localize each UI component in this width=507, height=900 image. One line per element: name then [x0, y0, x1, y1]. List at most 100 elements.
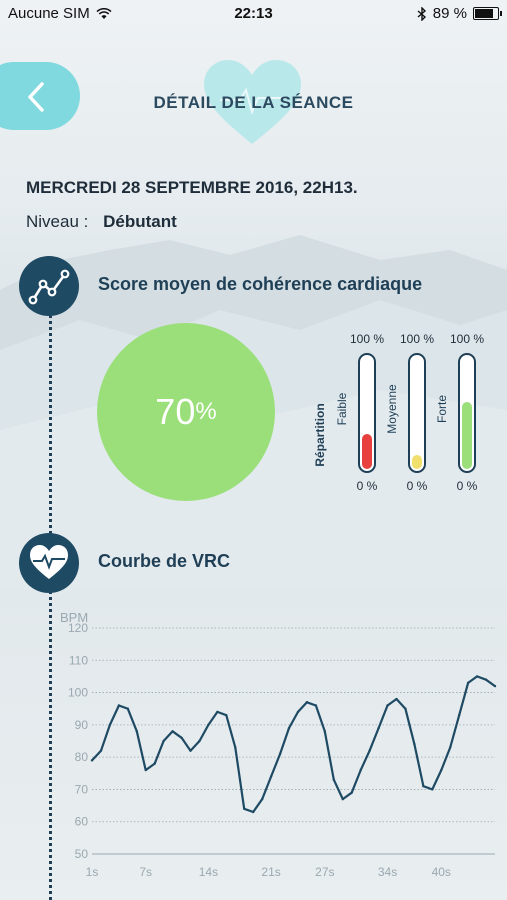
data-point	[278, 752, 282, 756]
y-axis-label: BPM	[60, 610, 88, 625]
y-tick-label: 110	[69, 653, 88, 667]
data-point	[180, 736, 183, 739]
coherence-section-title: Score moyen de cohérence cardiaque	[98, 274, 423, 294]
gauge-fill	[462, 401, 472, 469]
data-point	[350, 791, 353, 794]
x-tick-label: 7s	[139, 865, 152, 879]
data-point	[90, 759, 94, 762]
battery-percent: 89 %	[432, 5, 467, 22]
data-point	[126, 707, 130, 710]
data-point	[189, 749, 192, 752]
bluetooth-icon	[417, 6, 426, 21]
data-point	[395, 697, 398, 701]
data-point	[413, 743, 416, 746]
data-point	[314, 704, 318, 707]
gauge-tube	[458, 353, 476, 473]
vrc-line-chart: 5060708090100110120BPM1s 7s 14s 21s 27s 34s 40…	[60, 610, 497, 879]
x-tick-label: 21s	[261, 865, 280, 879]
y-tick-label: 90	[75, 718, 89, 732]
data-point	[260, 797, 264, 801]
data-point	[135, 730, 138, 733]
level-label: Niveau :	[26, 212, 89, 231]
data-point	[422, 785, 425, 788]
data-point	[359, 768, 362, 772]
gauge-fill	[362, 434, 372, 469]
data-point	[99, 749, 103, 752]
data-point	[332, 778, 335, 781]
gauge-min-label: 0 %	[406, 479, 428, 493]
data-point	[341, 797, 344, 801]
y-tick-label: 60	[75, 815, 89, 829]
data-point	[296, 710, 300, 714]
data-point	[386, 704, 389, 707]
data-point	[108, 723, 112, 727]
data-point	[207, 723, 210, 727]
data-point	[323, 730, 327, 733]
vrc-section-title: Courbe de VRC	[98, 551, 231, 571]
gauge-max-label: 100 %	[449, 332, 485, 346]
level-value: Débutant	[103, 212, 177, 231]
data-point	[252, 810, 255, 814]
x-tick-label: 40s	[432, 865, 451, 879]
level-row: Niveau : Débutant	[26, 212, 177, 232]
data-point	[431, 788, 434, 791]
x-tick-label: 34s	[378, 865, 397, 879]
data-point	[117, 704, 121, 707]
data-point	[198, 739, 201, 743]
data-point	[368, 749, 371, 752]
y-tick-label: 80	[75, 750, 89, 764]
data-point	[305, 701, 309, 704]
status-bar: Aucune SIM 22:13 89 %	[0, 0, 507, 30]
data-point	[377, 726, 380, 730]
data-point	[493, 684, 497, 688]
vrc-series-line	[91, 675, 496, 814]
vrc-section-icon	[19, 533, 79, 593]
data-point	[440, 768, 443, 772]
y-tick-label: 50	[75, 847, 89, 861]
chevron-left-icon	[28, 82, 44, 112]
battery-fill	[475, 9, 493, 18]
y-tick-label: 100	[68, 686, 88, 700]
data-point	[269, 775, 273, 778]
data-point	[171, 730, 174, 733]
gauge-max-label: 100 %	[399, 332, 435, 346]
data-point	[216, 710, 219, 714]
repartition-label: Répartition	[313, 403, 327, 467]
gauge-forte: 100 % Forte 0 %	[435, 332, 492, 497]
battery-icon	[473, 7, 502, 20]
coherence-score-circle: 70%	[97, 323, 275, 501]
data-point	[162, 739, 165, 743]
trend-line-icon	[28, 269, 70, 305]
data-point	[484, 678, 488, 681]
gauge-label: Moyenne	[385, 384, 399, 434]
data-point	[234, 746, 237, 749]
data-point	[466, 681, 470, 685]
data-point	[144, 768, 147, 772]
y-tick-label: 70	[75, 782, 89, 796]
x-tick-label: 27s	[315, 865, 334, 879]
data-point	[243, 807, 246, 810]
x-tick-label: 1s	[86, 865, 99, 879]
data-point	[457, 713, 461, 717]
coherence-score-value: 70	[155, 391, 196, 432]
gauge-min-label: 0 %	[456, 479, 478, 493]
gauge-tube	[408, 353, 426, 473]
gauge-label: Forte	[435, 395, 449, 424]
x-tick-label: 14s	[199, 865, 218, 879]
data-point	[449, 746, 452, 749]
status-right: 89 %	[417, 5, 502, 22]
back-button[interactable]	[0, 62, 80, 130]
data-point	[153, 762, 156, 765]
gauge-tube	[358, 353, 376, 473]
heartbeat-icon	[30, 545, 68, 579]
data-point	[287, 726, 291, 730]
coherence-score-unit: %	[195, 398, 217, 425]
gauge-max-label: 100 %	[349, 332, 385, 346]
gauge-min-label: 0 %	[356, 479, 378, 493]
data-point	[404, 707, 407, 710]
gauge-fill	[412, 455, 422, 469]
coherence-section-icon	[19, 256, 79, 316]
data-point	[225, 713, 228, 717]
data-point	[475, 675, 479, 678]
gauge-label: Faible	[335, 392, 349, 426]
